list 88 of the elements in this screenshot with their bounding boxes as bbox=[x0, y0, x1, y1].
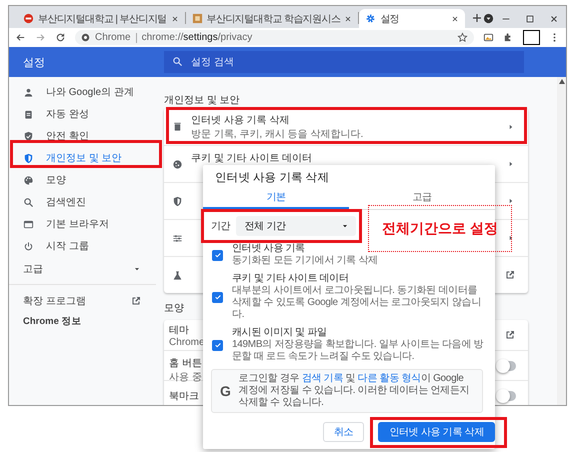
external-link-icon[interactable] bbox=[504, 329, 516, 341]
shield-icon bbox=[23, 152, 34, 164]
setting-title: 테마 bbox=[169, 324, 189, 336]
sidebar-item[interactable]: 개인정보 및 보안 bbox=[9, 147, 156, 169]
option-title: 인터넷 사용 기록 bbox=[232, 243, 306, 255]
delete-button[interactable]: 인터넷 사용 기록 삭제 bbox=[378, 422, 495, 442]
profile-icon[interactable] bbox=[482, 13, 494, 24]
option-description: 149MB의 저장용량을 확보합니다. 일부 사이트는 다음에 방문할 때 로드 속도가 느려질 수도 있습니다. bbox=[232, 339, 484, 363]
link[interactable]: 검색 기록 bbox=[302, 373, 344, 384]
new-tab-icon[interactable] bbox=[470, 12, 483, 24]
checkbox[interactable] bbox=[212, 250, 223, 260]
address-bar[interactable]: Chrome chrome://settings/privacy bbox=[75, 30, 474, 45]
toggle-switch[interactable] bbox=[498, 390, 516, 400]
round-logo-icon bbox=[23, 13, 34, 24]
external-link-icon[interactable] bbox=[130, 294, 142, 306]
dialog-tab[interactable]: 고급 bbox=[349, 188, 495, 209]
close-icon[interactable] bbox=[548, 14, 559, 24]
browser-tab[interactable]: 부산디지털대학교 | 부산디지털 bbox=[17, 9, 185, 28]
browser-tab[interactable]: 부산디지털대학교 학습지원시스 bbox=[186, 9, 358, 28]
cancel-button[interactable]: 취소 bbox=[322, 422, 364, 442]
sidebar-link[interactable]: 확장 프로그램 bbox=[23, 294, 86, 308]
option-description: 대부분의 사이트에서 로그아웃됩니다. 동기화된 데이터를 삭제할 수 있도록 Google 계정에서는 로그아웃되지 않습니다. bbox=[232, 285, 482, 321]
setting-title: 인터넷 사용 기록 삭제 bbox=[191, 114, 290, 126]
setting-description: Chrome bbox=[169, 336, 205, 348]
picture-frame-icon[interactable] bbox=[483, 32, 494, 43]
shield-icon bbox=[172, 196, 183, 206]
sidebar-item[interactable]: 검색엔진 bbox=[9, 191, 156, 213]
browser-tab[interactable]: 설정 bbox=[359, 9, 465, 28]
gear-icon bbox=[365, 13, 376, 24]
browser-window-icon bbox=[23, 218, 34, 230]
sidebar-item[interactable]: 모양 bbox=[9, 169, 156, 191]
back-icon[interactable] bbox=[15, 32, 26, 43]
section-heading: 개인정보 및 보안 bbox=[164, 94, 240, 107]
search-field[interactable]: 설정 검색 bbox=[164, 51, 524, 73]
checkbox[interactable] bbox=[212, 292, 223, 302]
trash-icon bbox=[172, 121, 183, 132]
field-label: 기간 bbox=[211, 220, 230, 233]
person-icon bbox=[23, 86, 34, 98]
sidebar-item[interactable]: 나와 Google의 관계 bbox=[9, 81, 156, 103]
profile-box[interactable] bbox=[523, 30, 540, 45]
close-icon[interactable] bbox=[344, 14, 352, 22]
close-icon[interactable] bbox=[170, 14, 179, 22]
sidebar-item[interactable]: 기본 브라우저 bbox=[9, 213, 156, 235]
sidebar-item[interactable]: 안전 확인 bbox=[9, 125, 156, 147]
notice-text: 로그인할 경우 검색 기록 및 다른 활동 형식 이 Google 계정에 저장될 수 있습니다. 이러한 데이터는 언제든지 삭제할 수 있습니다. bbox=[238, 373, 470, 409]
search-icon bbox=[23, 196, 34, 208]
toggle-switch[interactable] bbox=[498, 360, 516, 370]
star-icon[interactable] bbox=[457, 32, 468, 43]
setting-description: 방문 기록, 쿠키, 캐시 등을 삭제합니다. bbox=[191, 128, 364, 140]
option-description: 동기화된 모든 기기에서 기록 삭제 bbox=[232, 255, 378, 267]
sidebar-link[interactable]: Chrome 정보 bbox=[23, 315, 82, 328]
period-dropdown[interactable]: 전체 기간 bbox=[236, 216, 356, 236]
scroll-up-icon[interactable] bbox=[558, 79, 564, 84]
shield-check-icon bbox=[23, 130, 34, 142]
check-icon bbox=[214, 341, 222, 349]
dialog-tab[interactable]: 기본 bbox=[203, 188, 349, 209]
dialog-title: 인터넷 사용 기록 삭제 bbox=[214, 171, 330, 186]
section-heading: 모양 bbox=[164, 302, 184, 315]
setting-description: 사용 중 bbox=[169, 371, 202, 384]
callout-text: 전체기간으로 설정 bbox=[382, 220, 498, 238]
cookie-icon bbox=[172, 158, 183, 170]
external-link-icon[interactable] bbox=[504, 269, 516, 281]
option-title: 캐시된 이미지 및 파일 bbox=[232, 327, 328, 339]
maximize-icon[interactable] bbox=[524, 14, 535, 24]
sidebar-item[interactable]: 시작 그룹 bbox=[9, 235, 156, 257]
setting-title: 북마크 bbox=[169, 390, 199, 402]
palette-icon bbox=[23, 174, 34, 186]
power-icon bbox=[23, 240, 34, 252]
square-logo-icon bbox=[192, 13, 203, 24]
sidebar-section[interactable]: 고급 bbox=[23, 262, 43, 276]
reload-icon[interactable] bbox=[55, 32, 66, 43]
check-icon bbox=[214, 293, 222, 301]
scrollbar[interactable] bbox=[557, 77, 566, 405]
search-icon bbox=[172, 56, 183, 67]
clipboard-icon bbox=[23, 108, 34, 120]
close-icon[interactable] bbox=[450, 14, 459, 22]
option-title: 쿠키 및 기타 사이트 데이터 bbox=[232, 273, 350, 285]
flask-icon bbox=[172, 270, 183, 280]
setting-title: 쿠키 및 기타 사이트 데이터 bbox=[191, 152, 312, 165]
check-icon bbox=[214, 251, 222, 259]
checkbox[interactable] bbox=[212, 340, 223, 350]
sliders-icon bbox=[172, 232, 183, 244]
chrome-logo-icon bbox=[81, 33, 90, 42]
link[interactable]: 다른 활동 형식 bbox=[358, 373, 421, 384]
page-title: 설정 bbox=[22, 56, 46, 70]
sidebar-item[interactable]: 자동 완성 bbox=[9, 103, 156, 125]
setting-title: 홈 버튼 bbox=[169, 357, 202, 370]
g-logo: G bbox=[220, 383, 231, 399]
